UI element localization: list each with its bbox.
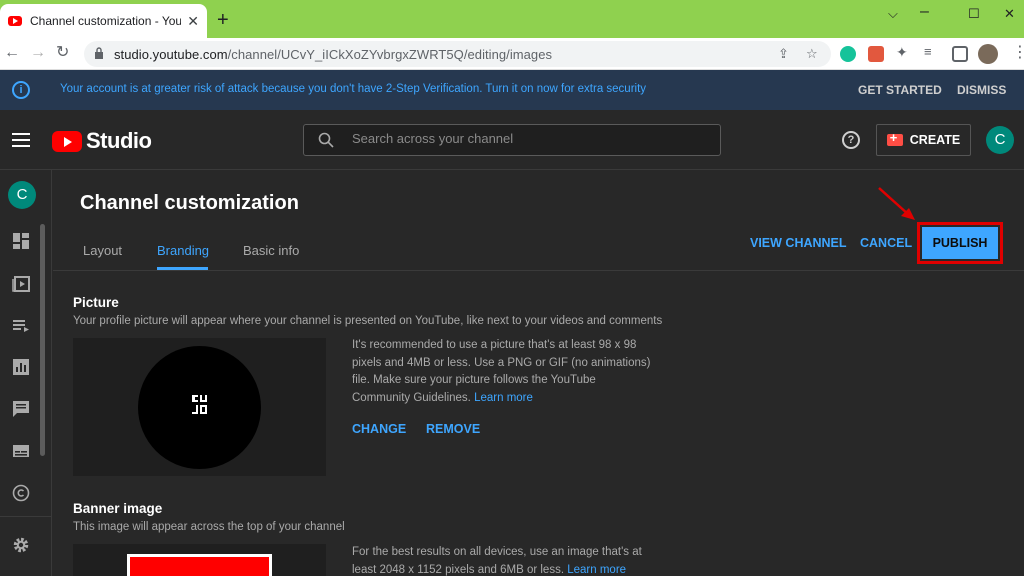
banner-section-description: This image will appear across the top of… bbox=[73, 521, 345, 533]
browser-tab[interactable]: Channel customization - YouTube ✕ bbox=[0, 4, 207, 38]
browser-tab-title: Channel customization - YouTube bbox=[30, 14, 182, 28]
minimize-window-icon[interactable]: ⌵ bbox=[888, 6, 898, 22]
search-input[interactable] bbox=[352, 131, 712, 146]
picture-help-text: It's recommended to use a picture that's… bbox=[352, 339, 651, 404]
profile-picture-circle bbox=[138, 346, 261, 469]
red-arrow-annotation-icon bbox=[878, 187, 915, 220]
tab-basic-info[interactable]: Basic info bbox=[243, 243, 299, 258]
settings-icon[interactable] bbox=[12, 536, 30, 554]
side-panel-icon[interactable] bbox=[952, 46, 968, 62]
tab-branding[interactable]: Branding bbox=[157, 243, 209, 258]
share-icon[interactable]: ⇪ bbox=[778, 46, 789, 62]
banner-help-text: For the best results on all devices, use… bbox=[352, 546, 642, 576]
browser-toolbar: ← → ↻ studio.youtube.com/channel/UCvY_iI… bbox=[0, 38, 1024, 70]
banner-image-thumbnail bbox=[127, 554, 272, 576]
dismiss-button[interactable]: DISMISS bbox=[957, 83, 1006, 97]
hamburger-menu-icon[interactable] bbox=[12, 133, 30, 147]
cancel-button[interactable]: CANCEL bbox=[860, 236, 912, 250]
picture-section-title: Picture bbox=[73, 295, 119, 310]
chrome-menu-icon[interactable]: ⋮ bbox=[1012, 44, 1024, 62]
extensions-puzzle-icon[interactable]: ✦ bbox=[896, 44, 912, 60]
publish-button[interactable]: PUBLISH bbox=[922, 227, 998, 259]
reading-list-icon[interactable]: ≡ bbox=[924, 44, 940, 60]
profile-avatar[interactable] bbox=[978, 44, 998, 64]
analytics-icon[interactable] bbox=[12, 358, 30, 376]
picture-learn-more-link[interactable]: Learn more bbox=[474, 392, 533, 404]
create-button[interactable]: CREATE bbox=[876, 124, 971, 156]
studio-logo-text: Studio bbox=[86, 128, 152, 153]
bookmark-star-icon[interactable]: ☆ bbox=[806, 46, 818, 62]
remove-picture-button[interactable]: REMOVE bbox=[426, 422, 480, 436]
get-started-button[interactable]: GET STARTED bbox=[858, 83, 942, 97]
search-box[interactable] bbox=[303, 124, 721, 156]
subtitles-icon[interactable] bbox=[12, 442, 30, 460]
close-tab-icon[interactable]: ✕ bbox=[187, 13, 199, 30]
reload-icon[interactable]: ↻ bbox=[56, 44, 69, 62]
change-picture-button[interactable]: CHANGE bbox=[352, 422, 406, 436]
main-content: Channel customization Layout Branding Ba… bbox=[53, 170, 1024, 576]
sidebar: C bbox=[0, 170, 52, 576]
browser-tab-strip: Channel customization - YouTube ✕ + ⌵ – … bbox=[0, 0, 1024, 38]
close-window-icon[interactable]: ✕ bbox=[1004, 6, 1015, 22]
search-icon bbox=[318, 132, 334, 148]
grammarly-extension-icon[interactable] bbox=[840, 46, 856, 62]
content-icon[interactable] bbox=[12, 274, 30, 292]
create-video-icon bbox=[886, 130, 903, 146]
info-icon: i bbox=[12, 81, 30, 99]
youtube-logo-icon bbox=[52, 130, 82, 152]
picture-section-description: Your profile picture will appear where y… bbox=[73, 315, 663, 327]
create-label: CREATE bbox=[909, 133, 961, 147]
youtube-favicon-icon bbox=[8, 16, 22, 26]
forward-icon[interactable]: → bbox=[30, 44, 46, 62]
security-warning-message: Your account is at greater risk of attac… bbox=[60, 83, 647, 95]
extension-icon[interactable] bbox=[868, 46, 884, 62]
sidebar-divider bbox=[0, 516, 52, 517]
address-bar[interactable]: studio.youtube.com/channel/UCvY_iICkXoZY… bbox=[84, 41, 831, 67]
copyright-icon[interactable] bbox=[12, 484, 30, 502]
security-warning-banner: i Your account is at greater risk of att… bbox=[0, 70, 1024, 110]
active-tab-underline bbox=[157, 267, 208, 270]
banner-section-title: Banner image bbox=[73, 501, 163, 516]
address-url: studio.youtube.com/channel/UCvY_iICkXoZY… bbox=[114, 47, 553, 62]
tab-layout[interactable]: Layout bbox=[83, 243, 122, 258]
banner-image-preview bbox=[73, 544, 326, 576]
help-icon[interactable]: ? bbox=[842, 131, 860, 149]
comments-icon[interactable] bbox=[12, 400, 30, 418]
playlists-icon[interactable] bbox=[12, 316, 30, 334]
minimize-icon[interactable]: – bbox=[920, 3, 929, 21]
account-avatar[interactable]: C bbox=[986, 126, 1014, 154]
maximize-icon[interactable]: ☐ bbox=[968, 6, 980, 22]
dashboard-icon[interactable] bbox=[12, 232, 30, 250]
profile-picture-preview bbox=[73, 338, 326, 476]
studio-header: Studio ? CREATE C bbox=[0, 110, 1024, 170]
sidebar-scrollbar[interactable] bbox=[40, 224, 45, 456]
page-title: Channel customization bbox=[80, 192, 299, 214]
banner-learn-more-link[interactable]: Learn more bbox=[567, 564, 626, 576]
view-channel-button[interactable]: VIEW CHANNEL bbox=[750, 236, 847, 250]
new-tab-button[interactable]: + bbox=[217, 10, 229, 30]
back-icon[interactable]: ← bbox=[4, 44, 20, 62]
channel-avatar[interactable]: C bbox=[8, 181, 36, 209]
lock-icon bbox=[95, 47, 103, 59]
studio-logo[interactable]: Studio bbox=[52, 128, 152, 154]
channel-logo-icon bbox=[192, 395, 207, 414]
